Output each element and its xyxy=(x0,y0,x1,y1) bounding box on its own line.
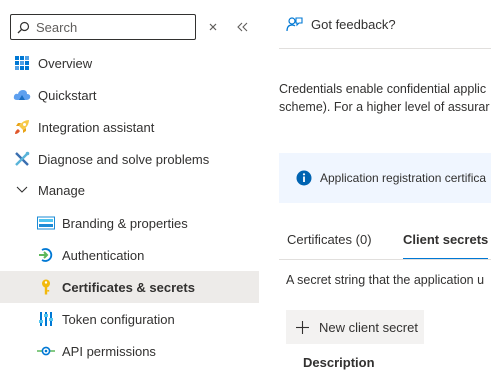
new-client-secret-label: New client secret xyxy=(319,319,418,335)
credentials-description: Credentials enable confidential applic s… xyxy=(279,80,491,116)
nav-item-quickstart[interactable]: Quickstart xyxy=(0,79,259,111)
search-box[interactable] xyxy=(10,14,196,40)
left-navigation: Overview Quickstart Integration assistan… xyxy=(0,0,259,375)
tab-certificates[interactable]: Certificates (0) xyxy=(287,232,372,260)
nav-item-label: Token configuration xyxy=(62,311,175,327)
chevron-down-icon xyxy=(13,181,31,199)
nav-item-token-configuration[interactable]: Token configuration xyxy=(0,303,259,335)
tab-client-secrets[interactable]: Client secrets xyxy=(403,232,489,260)
nav-item-label: Quickstart xyxy=(38,87,97,103)
nav-item-overview[interactable]: Overview xyxy=(0,47,259,79)
feedback-label: Got feedback? xyxy=(311,17,396,32)
nav-item-label: Diagnose and solve problems xyxy=(38,151,210,167)
nav-item-diagnose-and-solve[interactable]: Diagnose and solve problems xyxy=(0,143,259,175)
description-line: scheme). For a higher level of assurar xyxy=(279,100,490,114)
nav-group-manage[interactable]: Manage xyxy=(0,174,259,206)
nav-item-label: Overview xyxy=(38,55,93,71)
new-client-secret-button[interactable]: New client secret xyxy=(286,310,424,344)
authentication-icon xyxy=(37,246,55,264)
info-banner: Application registration certifica xyxy=(279,153,491,203)
double-chevron-left-icon xyxy=(237,22,248,32)
info-icon xyxy=(296,170,312,186)
client-secret-description: A secret string that the application u xyxy=(286,273,485,287)
column-header-description[interactable]: Description xyxy=(303,355,375,370)
nav-group-label: Manage xyxy=(38,182,85,198)
nav-item-label: Certificates & secrets xyxy=(62,279,195,295)
key-icon xyxy=(37,278,55,296)
description-line: Credentials enable confidential applic xyxy=(279,82,487,96)
nav-item-label: API permissions xyxy=(62,343,156,359)
info-banner-text: Application registration certifica xyxy=(320,171,487,185)
collapse-menu-button[interactable] xyxy=(234,18,252,36)
nav-item-label: Authentication xyxy=(62,247,145,263)
wrench-icon xyxy=(13,150,31,168)
plus-icon xyxy=(296,320,309,334)
got-feedback-button[interactable]: Got feedback? xyxy=(286,16,396,33)
feedback-person-icon xyxy=(286,17,303,32)
branding-icon xyxy=(37,214,55,232)
rocket-icon xyxy=(13,118,31,136)
nav-item-certificates-secrets[interactable]: Certificates & secrets xyxy=(0,271,259,303)
cloud-icon xyxy=(13,86,31,104)
nav-item-authentication[interactable]: Authentication xyxy=(0,239,259,271)
divider xyxy=(279,48,491,49)
nav-item-label: Integration assistant xyxy=(38,119,155,135)
nav-item-integration-assistant[interactable]: Integration assistant xyxy=(0,111,259,143)
close-icon xyxy=(209,23,217,31)
token-bars-icon xyxy=(37,310,55,328)
search-icon xyxy=(17,21,30,33)
clear-search-button[interactable] xyxy=(204,18,222,36)
tab-divider xyxy=(279,259,491,260)
main-content: Got feedback? Credentials enable confide… xyxy=(279,0,491,375)
search-row xyxy=(10,14,259,40)
overview-grid-icon xyxy=(13,54,31,72)
nav-item-branding-properties[interactable]: Branding & properties xyxy=(0,207,259,239)
nav-item-api-permissions[interactable]: API permissions xyxy=(0,335,259,367)
nav-item-label: Branding & properties xyxy=(62,215,188,231)
api-permissions-icon xyxy=(37,342,55,360)
search-input[interactable] xyxy=(36,19,186,35)
